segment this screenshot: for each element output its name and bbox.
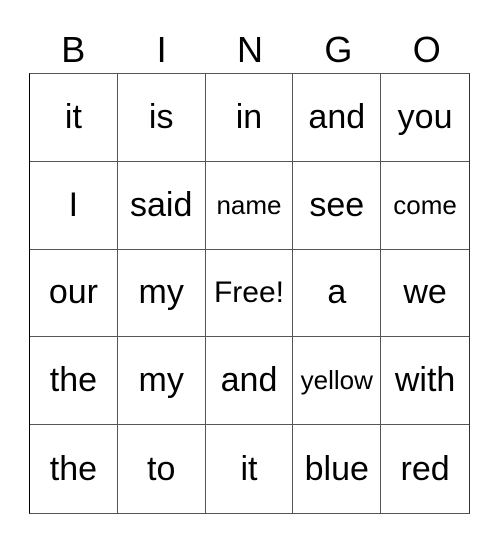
bingo-cell[interactable]: to [118,425,206,513]
bingo-cell[interactable]: you [381,74,469,162]
header-letter-o: O [412,29,441,70]
bingo-header: B I N G O [29,28,471,72]
bingo-cell[interactable]: my [117,249,206,338]
bingo-cell[interactable]: my [117,337,206,426]
bingo-cell[interactable]: I [30,161,118,250]
free-space-cell[interactable]: Free! [205,249,294,338]
bingo-cell[interactable]: and [293,74,382,162]
bingo-cell[interactable]: our [30,249,118,338]
bingo-cell[interactable]: said [117,161,206,250]
bingo-cell[interactable]: blue [293,425,382,513]
bingo-cell[interactable]: it [30,74,118,162]
bingo-cell[interactable]: is [117,74,206,162]
bingo-cell[interactable]: the [30,337,118,426]
bingo-cell[interactable]: a [293,249,382,338]
bingo-cell[interactable]: it [206,425,294,513]
bingo-cell[interactable]: the [30,425,118,513]
bingo-cell[interactable]: with [381,337,469,426]
bingo-cell[interactable]: and [205,337,294,426]
bingo-cell[interactable]: name [205,161,294,250]
bingo-cell[interactable]: yellow [293,337,382,426]
bingo-cell[interactable]: red [381,425,469,513]
bingo-card-grid: it is in and you I said name see come ou… [29,73,470,514]
header-letter-n: N [236,29,263,70]
bingo-cell[interactable]: we [381,250,469,338]
bingo-cell[interactable]: come [381,162,469,250]
bingo-cell[interactable]: in [205,74,294,162]
header-letter-i: I [156,29,167,70]
bingo-cell[interactable]: see [293,161,382,250]
header-letter-b: B [61,29,86,70]
header-letter-g: G [324,29,353,70]
